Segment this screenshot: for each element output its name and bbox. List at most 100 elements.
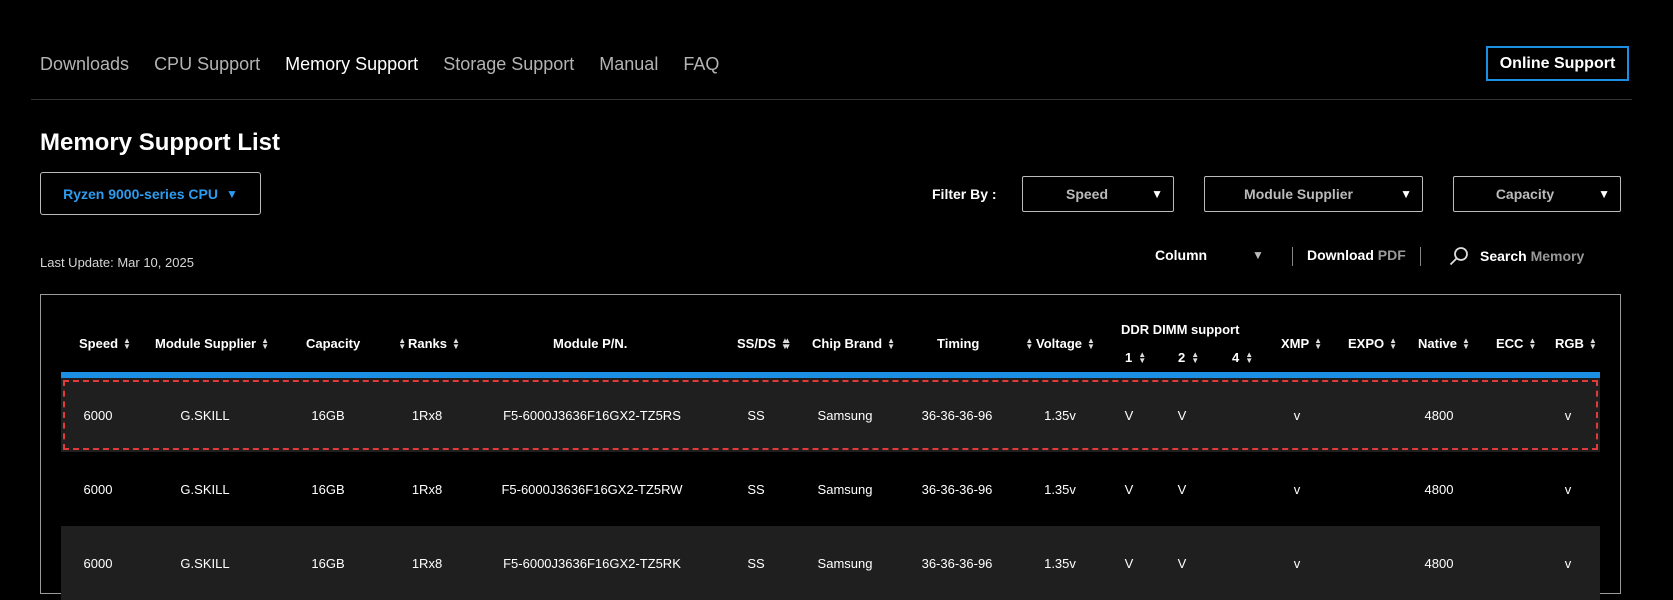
cell-ranks: 1Rx8 [411,407,443,423]
dropdown-triangle-icon: ▼ [1598,187,1610,201]
cell-capacity: 16GB [311,555,345,571]
header-ss-ds[interactable]: SS/DS ▲ ▼ [737,336,789,351]
sort-icon[interactable]: ▲ ▼ [781,336,789,350]
nav-faq[interactable]: FAQ [683,50,719,78]
header-timing-label: Timing [937,336,980,351]
cell-module-pn: F5-6000J3636F16GX2-TZ5RW [501,481,683,497]
cell-ddr-2: V [1177,555,1187,571]
cell-xmp: v [1293,407,1301,423]
nav-manual[interactable]: Manual [599,50,658,78]
cell-chip-brand: Samsung [817,407,873,423]
header-module-supplier[interactable]: Module Supplier ▲ ▼ [155,336,269,351]
cell-ranks: 1Rx8 [411,555,443,571]
search-memory-button[interactable]: Search Memory [1448,245,1584,267]
download-label: Download [1307,247,1374,263]
header-ranks-label: Ranks [408,336,448,351]
speed-filter[interactable]: Speed ▼ [1022,176,1174,212]
download-pdf-button[interactable]: Download PDF [1307,247,1406,263]
cpu-series-select[interactable]: Ryzen 9000-series CPU ▼ [40,172,261,215]
cell-speed: 6000 [83,481,113,497]
search-target-label: Memory [1530,248,1585,264]
table-row[interactable]: 6000 G.SKILL 16GB 1Rx8 F5-6000J3636F16GX… [61,452,1600,526]
cell-ss-ds: SS [747,481,765,497]
header-native[interactable]: Native ▲ ▼ [1418,336,1470,351]
nav-downloads[interactable]: Downloads [40,50,129,78]
cell-speed: 6000 [83,555,113,571]
header-voltage[interactable]: Voltage ▲ ▼ [1036,336,1095,351]
header-chip-brand-label: Chip Brand [812,336,883,351]
cell-chip-brand: Samsung [817,555,873,571]
cell-capacity: 16GB [311,481,345,497]
header-ecc-label: ECC [1496,336,1524,351]
sort-icon[interactable]: ▲ ▼ [123,336,131,350]
capacity-filter[interactable]: Capacity ▼ [1453,176,1621,212]
search-icon [1449,247,1468,266]
cell-timing: 36-36-36-96 [921,481,993,497]
header-capacity[interactable]: Capacity ▲ ▼ [306,336,406,351]
cell-module-pn: F5-6000J3636F16GX2-TZ5RK [503,555,681,571]
header-capacity-label: Capacity [306,336,361,351]
header-ranks[interactable]: Ranks ▲ ▼ [408,336,460,351]
sort-icon[interactable]: ▲ ▼ [1087,336,1095,350]
sort-icon[interactable]: ▲ ▼ [452,336,460,350]
cell-ranks: 1Rx8 [411,481,443,497]
caret-down-icon: ▼ [225,186,238,201]
column-dropdown-icon[interactable]: ▼ [1252,248,1264,262]
sort-icon[interactable]: ▲ ▼ [1528,336,1536,350]
sort-icon[interactable]: ▲ ▼ [261,336,269,350]
header-voltage-label: Voltage [1036,336,1082,351]
cell-rgb: v [1564,555,1572,571]
nav-storage-support[interactable]: Storage Support [443,50,574,78]
cell-ddr-1: V [1124,481,1134,497]
cell-timing: 36-36-36-96 [921,407,993,423]
cell-xmp: v [1293,555,1301,571]
header-ddr-2-label: 2 [1178,350,1186,365]
header-ddr-2[interactable]: 2 ▲ ▼ [1178,350,1199,365]
table-row[interactable]: 6000 G.SKILL 16GB 1Rx8 F5-6000J3636F16GX… [61,378,1600,452]
cell-xmp: v [1293,481,1301,497]
sort-icon[interactable]: ▲ ▼ [1462,336,1470,350]
header-speed[interactable]: Speed ▲ ▼ [79,336,131,351]
speed-filter-label: Speed [1065,186,1108,202]
cell-capacity: 16GB [311,407,345,423]
header-ss-ds-label: SS/DS [737,336,777,351]
header-ecc[interactable]: ECC ▲ ▼ [1496,336,1536,351]
table-row[interactable]: 6000 G.SKILL 16GB 1Rx8 F5-6000J3636F16GX… [61,526,1600,600]
sort-icon[interactable]: ▲ ▼ [1138,350,1146,364]
header-chip-brand[interactable]: Chip Brand ▲ ▼ [812,336,895,351]
sort-icon[interactable]: ▲ ▼ [398,336,406,350]
header-ddr-4-label: 4 [1232,350,1240,365]
cell-ddr-1: V [1124,555,1134,571]
header-ddr-4[interactable]: 4 ▲ ▼ [1232,350,1253,365]
module-supplier-filter-label: Module Supplier [1244,186,1353,202]
nav-cpu-support[interactable]: CPU Support [154,50,260,78]
header-timing[interactable]: Timing ▲ ▼ [937,336,1033,351]
sort-icon[interactable]: ▲ ▼ [1191,350,1199,364]
header-rgb[interactable]: RGB ▲ ▼ [1555,336,1597,351]
online-support-button[interactable]: Online Support [1486,46,1629,81]
header-ddr-1[interactable]: 1 ▲ ▼ [1125,350,1146,365]
header-native-label: Native [1418,336,1458,351]
sort-icon[interactable]: ▲ ▼ [1314,336,1322,350]
cell-rgb: v [1564,481,1572,497]
module-supplier-filter[interactable]: Module Supplier ▼ [1204,176,1423,212]
top-nav: Downloads CPU Support Memory Support Sto… [40,50,719,78]
sort-icon[interactable]: ▲ ▼ [1245,350,1253,364]
cell-module-pn: F5-6000J3636F16GX2-TZ5RS [503,407,681,423]
header-ddr-dimm-support: DDR DIMM support [1121,322,1240,337]
cell-voltage: 1.35v [1044,555,1076,571]
header-xmp[interactable]: XMP ▲ ▼ [1281,336,1322,351]
cell-native: 4800 [1424,407,1454,423]
sort-icon[interactable]: ▲ ▼ [1025,336,1033,350]
header-expo[interactable]: EXPO ▲ ▼ [1348,336,1397,351]
nav-memory-support[interactable]: Memory Support [285,50,418,78]
cell-supplier: G.SKILL [180,407,230,423]
sort-icon[interactable]: ▲ ▼ [1589,336,1597,350]
cell-ddr-2: V [1177,481,1187,497]
sort-icon[interactable]: ▲ ▼ [1389,336,1397,350]
dropdown-triangle-icon: ▼ [1400,187,1412,201]
cell-rgb: v [1564,407,1572,423]
sort-icon[interactable]: ▲ ▼ [887,336,895,350]
filter-by-label: Filter By : [932,186,997,202]
column-selector[interactable]: Column [1155,247,1207,263]
